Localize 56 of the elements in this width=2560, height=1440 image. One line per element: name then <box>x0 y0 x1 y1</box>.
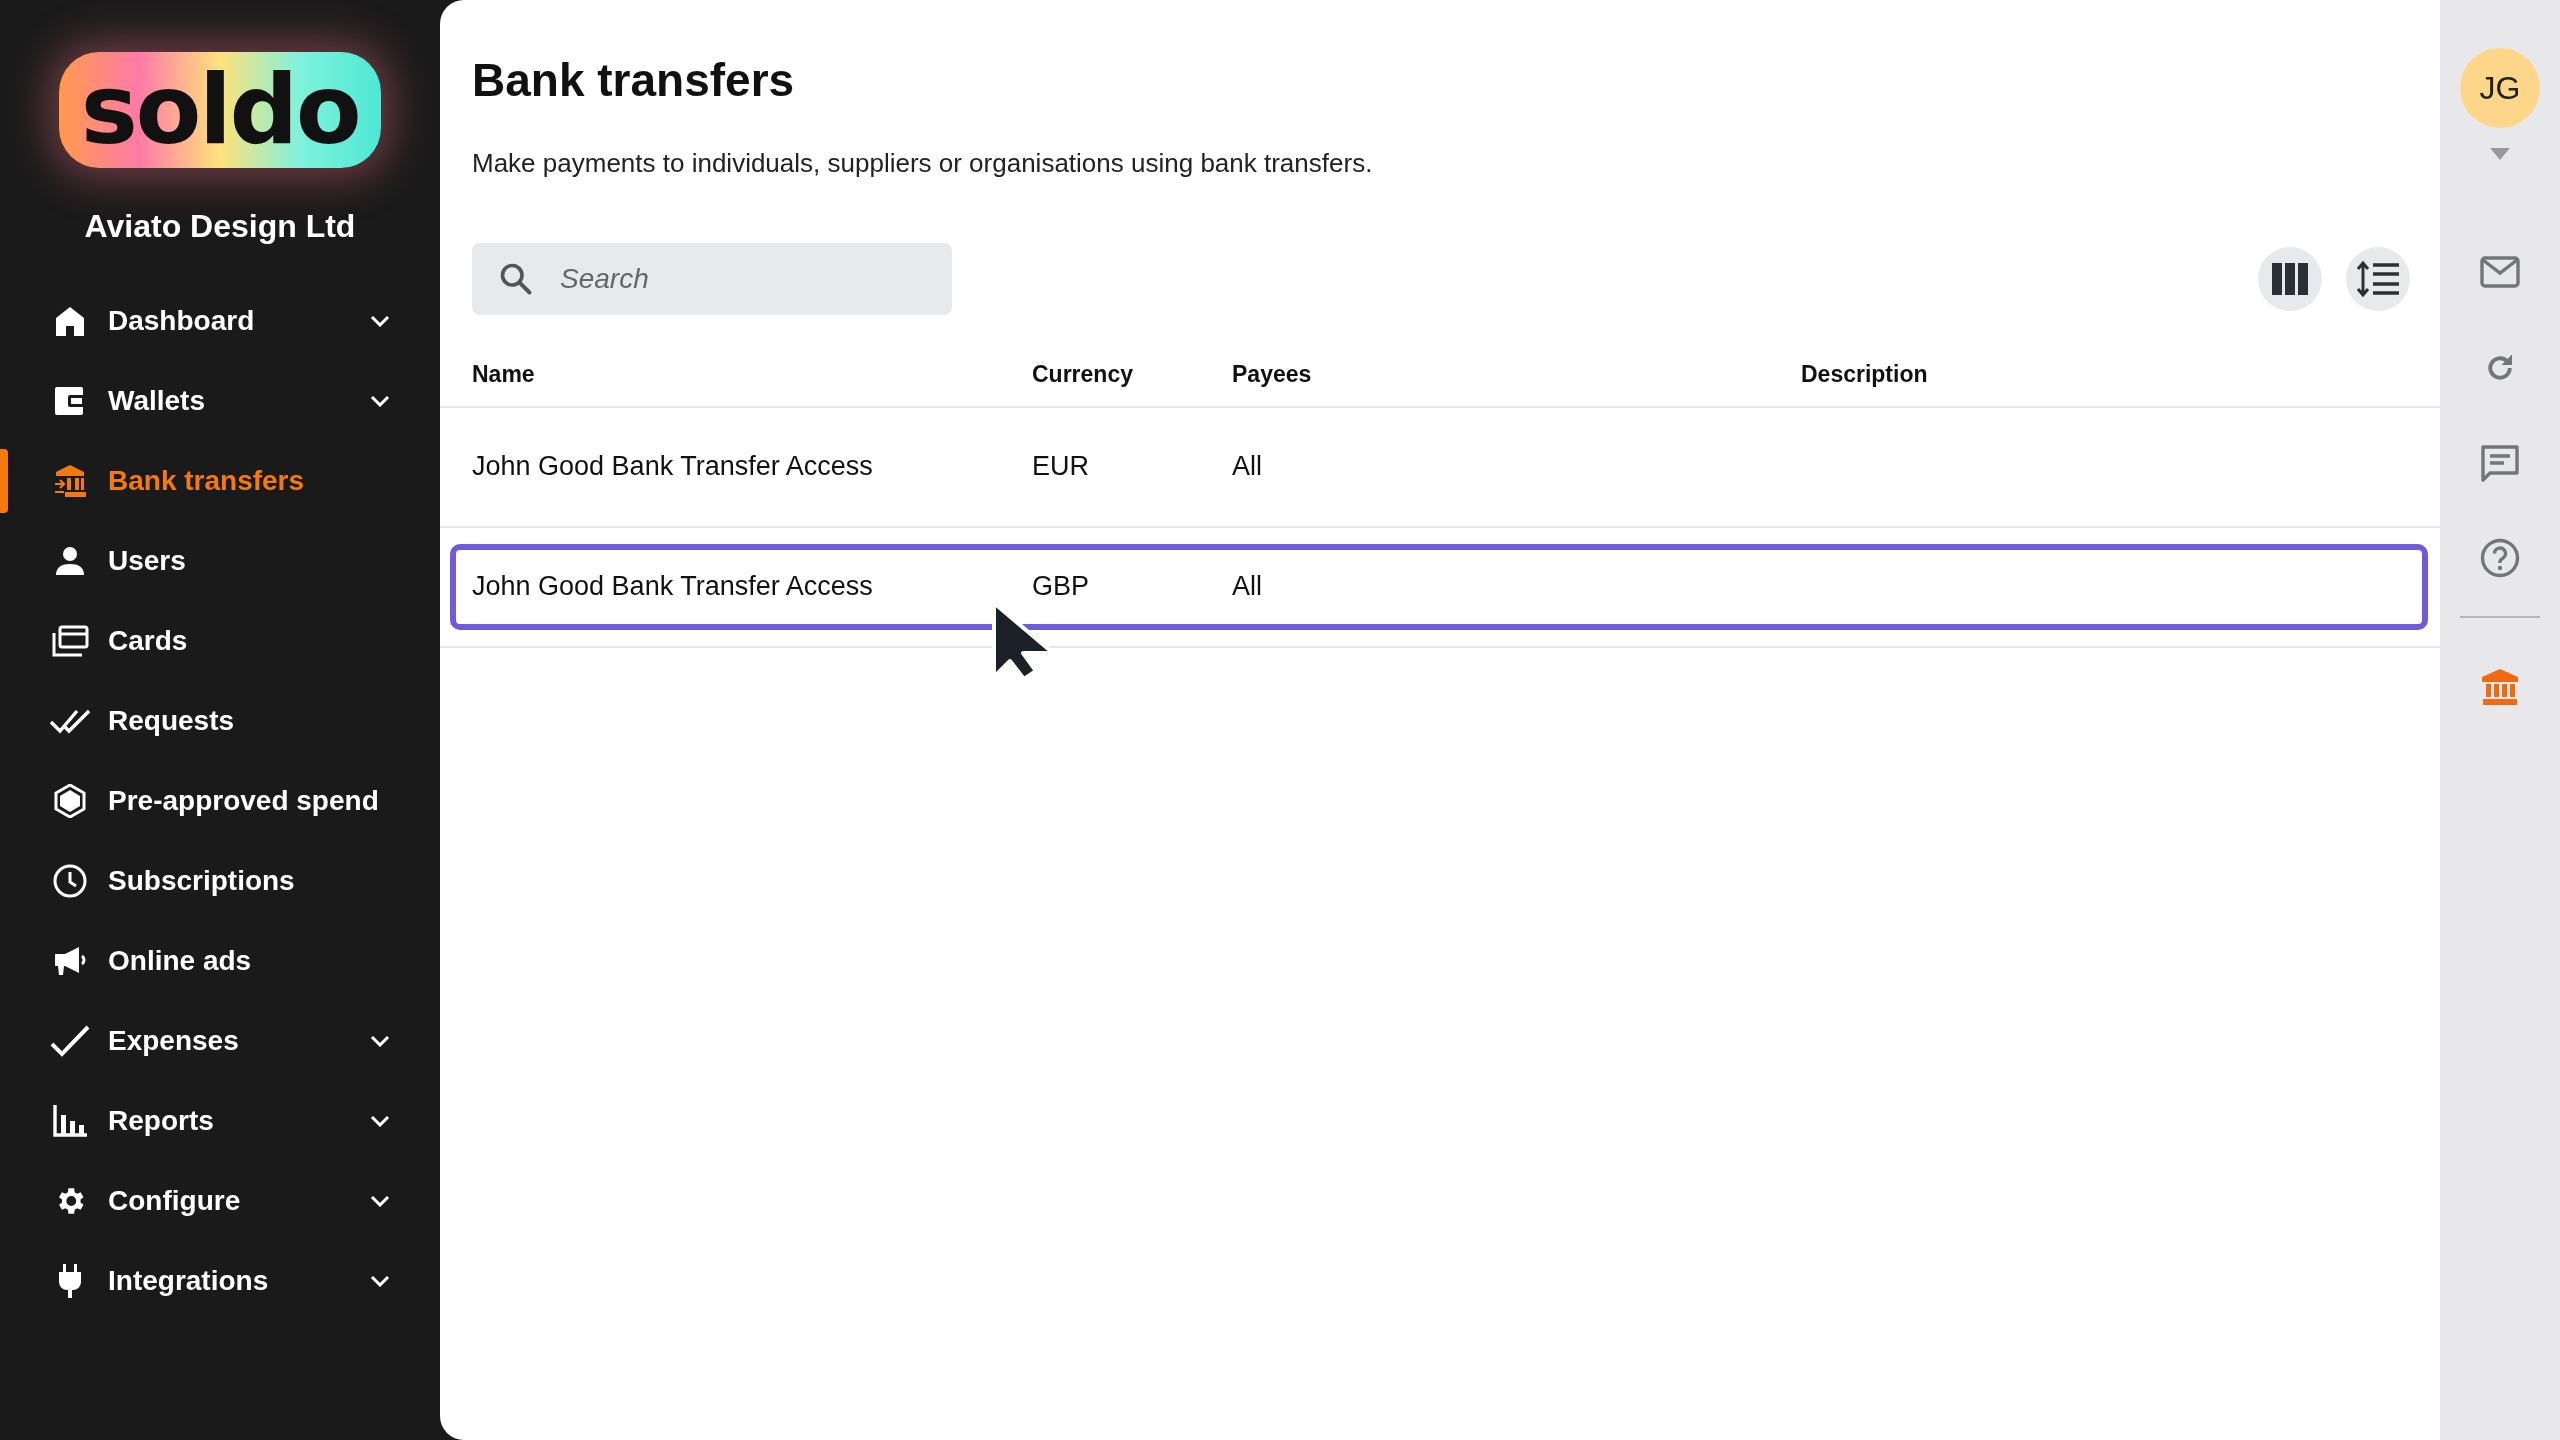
clock-icon <box>53 864 87 898</box>
nav-item[interactable]: Expenses <box>0 1001 440 1081</box>
table-cell-text: John Good Bank Transfer Access <box>472 570 874 604</box>
table-cell-text: EUR <box>1032 450 1090 484</box>
table-cell-text: All <box>1232 450 1263 484</box>
column-header[interactable]: Payees <box>1232 357 1801 392</box>
nav-item[interactable]: Cards <box>0 601 440 681</box>
table-row[interactable]: John Good Bank Transfer Access GBP All <box>450 543 2428 630</box>
cards-icon <box>51 625 89 657</box>
column-header[interactable]: Description <box>1801 357 2201 392</box>
bar-chart-icon <box>53 1105 87 1137</box>
table-row[interactable]: John Good Bank Transfer Access EUR All <box>450 423 2428 510</box>
table-cell-text: All <box>1232 570 1263 604</box>
search-field[interactable]: Search <box>472 242 952 315</box>
chevron-down-icon <box>370 1275 390 1287</box>
wallet-icon <box>54 386 86 416</box>
bank-icon <box>53 464 87 498</box>
help-icon[interactable] <box>2480 538 2520 578</box>
caret-icon[interactable] <box>2490 148 2510 160</box>
megaphone-icon <box>53 946 87 976</box>
hexagon-icon <box>54 784 86 818</box>
company-name: Aviato Design Ltd <box>84 207 356 246</box>
home-icon <box>54 306 86 336</box>
nav-item[interactable]: Subscriptions <box>0 841 440 921</box>
nav-item[interactable]: Integrations <box>0 1241 440 1321</box>
nav-item[interactable]: Pre-approved spend <box>0 761 440 841</box>
double-check-icon <box>50 708 90 734</box>
table-cell-text: John Good Bank Transfer Access <box>472 450 874 484</box>
chevron-down-icon <box>370 1195 390 1207</box>
nav-item[interactable]: Configure <box>0 1161 440 1241</box>
nav-item[interactable]: Reports <box>0 1081 440 1161</box>
nav-item[interactable]: Dashboard <box>0 281 440 361</box>
chevron-down-icon <box>370 1115 390 1127</box>
column-header[interactable]: Name <box>472 357 1032 392</box>
page-description: Make payments to individuals, suppliers or organisations using bank transfers. <box>472 146 1374 180</box>
active-indicator <box>0 449 8 513</box>
bank-icon[interactable] <box>2480 668 2520 706</box>
chevron-down-icon <box>370 1035 390 1047</box>
user-avatar[interactable]: JG <box>2460 48 2540 128</box>
checkmark-icon <box>50 1024 90 1058</box>
nav-item[interactable]: Users <box>0 521 440 601</box>
chevron-down-icon <box>370 315 390 327</box>
nav-item[interactable]: Online ads <box>0 921 440 1001</box>
mail-icon[interactable] <box>2480 256 2520 288</box>
plug-icon <box>58 1264 82 1298</box>
page-title: Bank transfers <box>472 53 796 108</box>
nav-item[interactable]: Bank transfers <box>0 441 440 521</box>
column-header[interactable]: Currency <box>1032 357 1232 392</box>
chat-icon[interactable] <box>2480 444 2520 484</box>
user-icon <box>55 546 85 576</box>
columns-icon <box>2272 262 2308 295</box>
nav-item[interactable]: Requests <box>0 681 440 761</box>
chevron-down-icon <box>370 395 390 407</box>
table-cell-text: GBP <box>1032 570 1091 604</box>
row-height-icon <box>2357 259 2399 298</box>
nav-item[interactable]: Wallets <box>0 361 440 441</box>
